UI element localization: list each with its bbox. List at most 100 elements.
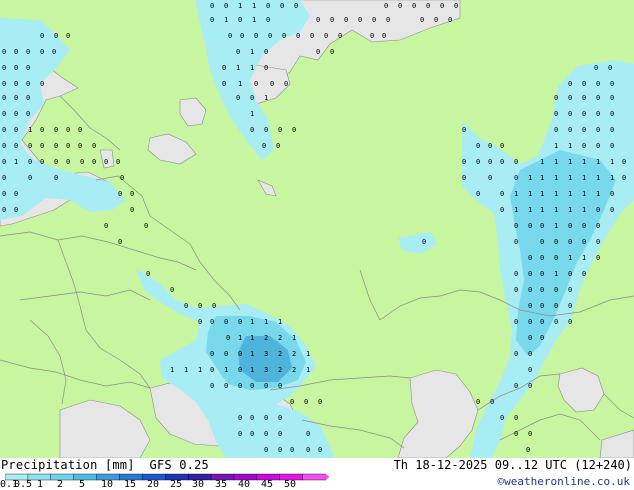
precip-value-label: 1 (554, 174, 558, 182)
precip-value-label: 0 (316, 48, 320, 56)
precip-value-label: 0 (78, 142, 82, 150)
precip-value-label: 1 (582, 206, 586, 214)
precip-value-label: 1 (250, 366, 254, 374)
precip-value-label: 0 (554, 94, 558, 102)
precip-value-label: 0 (40, 126, 44, 134)
precip-value-label: 0 (2, 174, 6, 182)
precip-value-label: 0 (270, 80, 274, 88)
precip-value-label: 0 (2, 190, 6, 198)
precip-value-label: 0 (610, 80, 614, 88)
colorbar-tick-label: 20 (146, 479, 160, 490)
precip-value-label: 0 (554, 254, 558, 262)
precip-value-label: 0 (278, 126, 282, 134)
precip-value-label: 1 (610, 158, 614, 166)
precip-value-label: 0 (514, 174, 518, 182)
precip-value-label: 0 (28, 174, 32, 182)
precip-value-label: 1 (514, 206, 518, 214)
precip-value-label: 0 (118, 238, 122, 246)
precip-value-label: 1 (250, 334, 254, 342)
precip-value-label: 0 (224, 350, 228, 358)
precip-value-label: 0 (568, 238, 572, 246)
precip-value-label: 0 (476, 190, 480, 198)
precip-value-label: 0 (282, 32, 286, 40)
precip-value-label: 0 (528, 270, 532, 278)
model-name: GFS 0.25 (149, 458, 209, 472)
colorbar-tick-label: 1 (36, 479, 44, 490)
precip-value-label: 0 (324, 32, 328, 40)
precip-value-label: 0 (14, 48, 18, 56)
precip-value-label: 0 (238, 382, 242, 390)
precip-value-label: 0 (596, 254, 600, 262)
precip-value-label: 0 (66, 32, 70, 40)
colorbar-tick-label: 30 (191, 479, 205, 490)
precip-value-label: 0 (622, 174, 626, 182)
precip-value-label: 0 (212, 302, 216, 310)
precip-value-label: 0 (306, 446, 310, 454)
precip-value-label: 0 (514, 414, 518, 422)
precip-value-label: 0 (568, 222, 572, 230)
precip-value-label: 0 (500, 414, 504, 422)
precip-value-label: 1 (250, 64, 254, 72)
precip-value-label: 0 (54, 126, 58, 134)
precip-value-label: 1 (596, 158, 600, 166)
precip-value-label: 0 (462, 174, 466, 182)
precip-value-label: 0 (318, 398, 322, 406)
precip-value-label: 0 (254, 80, 258, 88)
precip-value-label: 0 (14, 206, 18, 214)
precip-value-label: 0 (146, 270, 150, 278)
precip-value-label: 0 (226, 334, 230, 342)
precip-value-label: 0 (608, 64, 612, 72)
precip-value-label: 0 (210, 366, 214, 374)
precip-value-label: 0 (236, 48, 240, 56)
precip-value-label: 0 (540, 334, 544, 342)
precip-value-label: 0 (596, 142, 600, 150)
precip-value-label: 0 (54, 142, 58, 150)
precip-value-label: 0 (304, 398, 308, 406)
precip-value-label: 0 (264, 382, 268, 390)
precip-value-label: 0 (92, 158, 96, 166)
precip-value-label: 0 (610, 110, 614, 118)
precip-value-label: 0 (28, 158, 32, 166)
precip-value-label: 0 (66, 126, 70, 134)
precip-value-label: 0 (596, 94, 600, 102)
precip-value-label: 0 (224, 2, 228, 10)
credit-link[interactable]: ©weatheronline.co.uk (498, 475, 630, 488)
precip-value-label: 0 (462, 158, 466, 166)
colorbar-tick-label: 0.5 (13, 479, 33, 490)
precip-value-label: 2 (278, 350, 282, 358)
precip-value-label: 0 (610, 206, 614, 214)
precip-value-label: 0 (264, 48, 268, 56)
precip-value-label: 1 (198, 366, 202, 374)
precip-value-label: 0 (528, 350, 532, 358)
precip-value-label: 0 (264, 126, 268, 134)
precip-value-label: 0 (222, 80, 226, 88)
precip-value-label: 0 (264, 446, 268, 454)
precip-value-label: 0 (462, 126, 466, 134)
precip-value-label: 0 (210, 350, 214, 358)
legend-title: Precipitation [mm] GFS 0.25 (1, 458, 209, 472)
colorbar-tick-label: 5 (78, 479, 86, 490)
colorbar-tick-label: 2 (56, 479, 64, 490)
precip-value-label: 0 (528, 382, 532, 390)
precip-value-label: 0 (594, 64, 598, 72)
precip-value-label: 1 (306, 366, 310, 374)
precip-value-label: 0 (610, 126, 614, 134)
precip-value-label: 0 (276, 142, 280, 150)
precip-value-label: 0 (278, 430, 282, 438)
precip-value-label: 0 (338, 32, 342, 40)
precip-value-label: 0 (568, 270, 572, 278)
precip-value-label: 1 (554, 206, 558, 214)
precip-value-label: 0 (610, 190, 614, 198)
precip-value-label: 1 (250, 48, 254, 56)
precip-value-label: 0 (582, 270, 586, 278)
colorbar-segment (73, 473, 98, 481)
precip-value-label: 0 (170, 286, 174, 294)
precip-value-label: 0 (40, 32, 44, 40)
precip-value-label: 0 (540, 222, 544, 230)
precip-value-label: 1 (540, 158, 544, 166)
precip-value-label: 0 (210, 2, 214, 10)
precip-value-label: 0 (26, 110, 30, 118)
precip-value-label: 1 (250, 110, 254, 118)
precip-value-label: 1 (610, 174, 614, 182)
precip-value-label: 1 (28, 126, 32, 134)
